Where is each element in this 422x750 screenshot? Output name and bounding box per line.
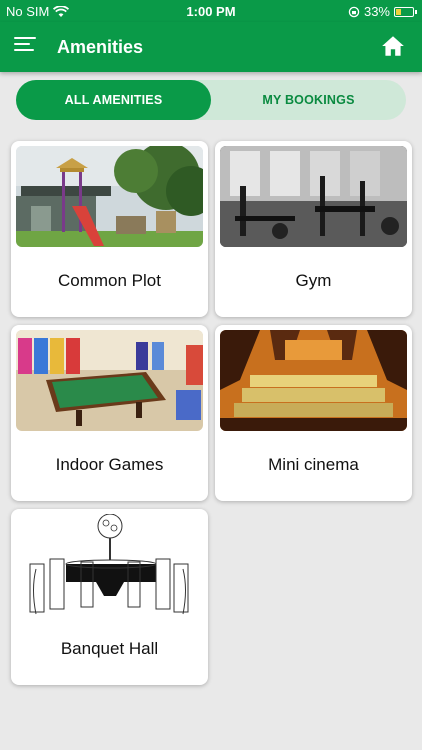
indoor-games-image (16, 330, 203, 431)
battery-icon (394, 6, 417, 17)
status-right: 33% (348, 4, 417, 19)
common-plot-image (16, 146, 203, 247)
tab-all-amenities[interactable]: ALL AMENITIES (16, 80, 211, 120)
amenity-card-indoor-games[interactable]: Indoor Games (11, 325, 208, 501)
amenity-name: Indoor Games (55, 455, 164, 474)
battery-percent: 33% (363, 4, 390, 19)
tab-bar: ALL AMENITIES MY BOOKINGS (16, 80, 406, 120)
page-title: Amenities (57, 37, 144, 57)
amenity-card-banquet-hall[interactable]: Banquet Hall (11, 509, 208, 685)
orientation-lock-icon (348, 6, 360, 17)
amenity-name: Common Plot (58, 271, 161, 290)
status-bar: No SIM 1:00 PM 33% (0, 0, 422, 22)
amenity-card-gym[interactable]: Gym (215, 141, 412, 317)
tab-my-bookings[interactable]: MY BOOKINGS (211, 80, 406, 120)
home-icon[interactable] (380, 33, 406, 59)
amenity-name: Banquet Hall (60, 639, 159, 658)
banquet-hall-image (16, 514, 203, 615)
gym-image (220, 146, 407, 247)
amenity-name: Gym (295, 271, 332, 290)
amenity-card-common-plot[interactable]: Common Plot (11, 141, 208, 317)
menu-icon[interactable] (14, 37, 36, 55)
app-bar: Amenities (0, 22, 422, 72)
amenity-card-mini-cinema[interactable]: Mini cinema (215, 325, 412, 501)
mini-cinema-image (220, 330, 407, 431)
amenity-name: Mini cinema (268, 455, 359, 474)
